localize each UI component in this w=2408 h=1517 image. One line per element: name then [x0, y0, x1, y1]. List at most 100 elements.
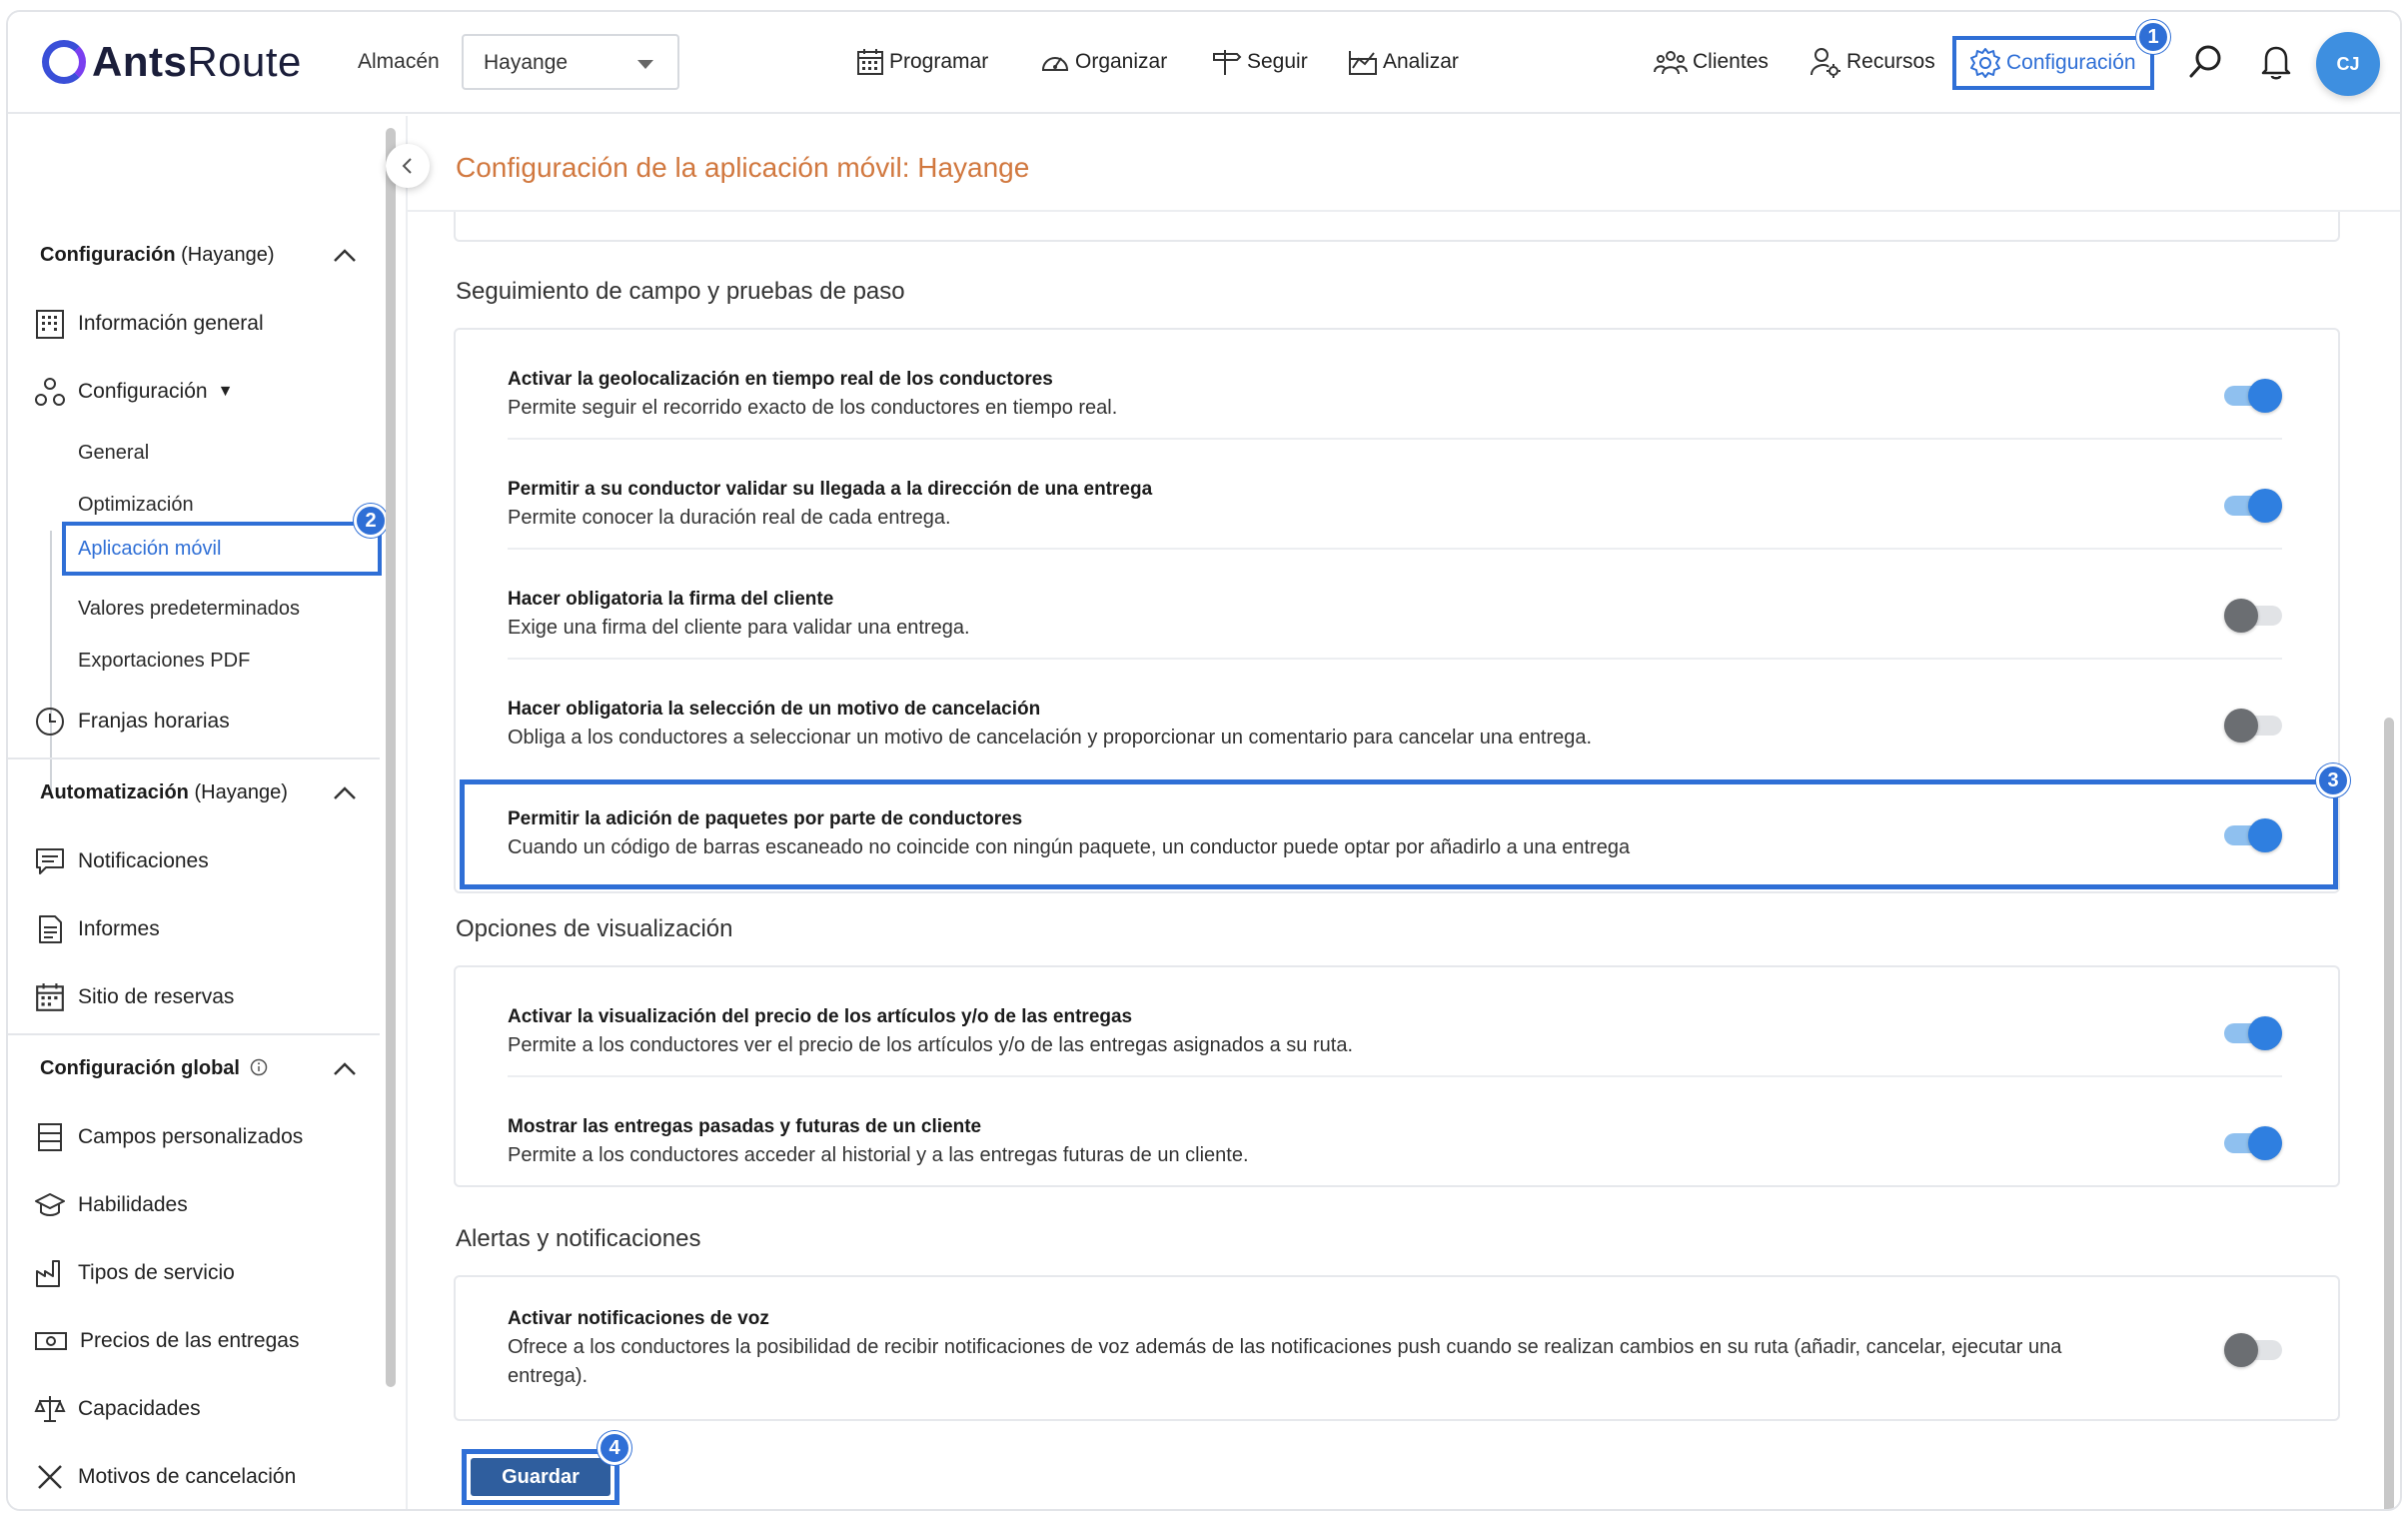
nav-organize-label: Organizar — [1075, 50, 1168, 73]
logo[interactable]: AntsRoute — [42, 36, 302, 88]
setting-title: Activar la visualización del precio de l… — [508, 1006, 1133, 1027]
step-badge-3: 3 — [2316, 763, 2350, 797]
main-scrollbar[interactable] — [2384, 718, 2394, 1509]
nav-resources[interactable]: Recursos — [1808, 42, 1935, 82]
section-title-tracking: Seguimiento de campo y pruebas de paso — [456, 278, 905, 305]
nav-settings-label: Configuración — [2006, 51, 2136, 74]
sidebar-sub-mobile-app[interactable]: Aplicación móvil — [62, 522, 382, 576]
sidebar-global-heading-label: Configuración global — [40, 1057, 240, 1079]
sidebar-item-general-info-label: Información general — [78, 312, 264, 335]
sidebar-item-capacities[interactable]: Capacidades — [34, 1389, 201, 1429]
sidebar-sub-pdf-exports[interactable]: Exportaciones PDF — [78, 650, 250, 673]
setting-title: Hacer obligatoria la selección de un mot… — [508, 699, 1041, 720]
sidebar-config-heading[interactable]: Configuración (Hayange) — [40, 244, 356, 267]
close-icon — [38, 1465, 62, 1489]
nav-settings[interactable]: Configuración — [1952, 36, 2154, 90]
nav-schedule[interactable]: Programar — [855, 42, 988, 82]
sidebar-item-booking-site[interactable]: Sitio de reservas — [34, 977, 234, 1017]
sidebar-item-reports[interactable]: Informes — [34, 909, 160, 949]
bell-icon[interactable] — [2258, 42, 2294, 82]
chevron-up-icon — [334, 786, 356, 799]
logo-text-regular: Route — [187, 38, 302, 85]
sidebar-item-delivery-prices[interactable]: Precios de las entregas — [34, 1321, 299, 1361]
sidebar: Configuración (Hayange) Información gene… — [8, 116, 388, 1509]
calendar-icon — [36, 983, 64, 1011]
sidebar-sub-defaults[interactable]: Valores predeterminados — [78, 598, 300, 621]
toggle-show-prices[interactable] — [2224, 1014, 2282, 1050]
warehouse-select[interactable]: Hayange — [462, 34, 679, 90]
toggle-validate-arrival[interactable] — [2224, 487, 2282, 523]
setting-row: Activar la geolocalización en tiempo rea… — [508, 366, 2282, 423]
collapse-sidebar-button[interactable] — [386, 144, 430, 188]
setting-row: Activar notificaciones de voz Ofrece a l… — [508, 1305, 2146, 1391]
user-gear-icon — [1810, 48, 1840, 78]
building-icon — [36, 310, 64, 339]
step-badge-2: 2 — [354, 504, 388, 538]
sidebar-item-custom-fields-label: Campos personalizados — [78, 1125, 304, 1148]
sidebar-item-delivery-prices-label: Precios de las entregas — [80, 1329, 300, 1352]
sidebar-item-time-windows-label: Franjas horarias — [78, 710, 230, 733]
nav-clients[interactable]: Clientes — [1653, 42, 1769, 82]
gauge-icon — [1041, 57, 1069, 71]
nav-track[interactable]: Seguir — [1211, 42, 1308, 82]
toggle-realtime-geolocation[interactable] — [2224, 377, 2282, 413]
factory-icon — [36, 1260, 60, 1287]
chart-icon — [1349, 51, 1377, 75]
sidebar-item-skills[interactable]: Habilidades — [34, 1185, 188, 1225]
save-highlight: Guardar — [462, 1449, 619, 1505]
sidebar-automation-heading-label: Automatización — [40, 781, 189, 803]
sidebar-item-general-info[interactable]: Información general — [34, 304, 264, 344]
sidebar-item-config-label: Configuración — [78, 380, 208, 403]
info-icon[interactable] — [250, 1058, 268, 1076]
nav-organize[interactable]: Organizar — [1039, 42, 1167, 82]
chevron-down-icon — [637, 60, 653, 69]
setting-description: Obliga a los conductores a seleccionar u… — [508, 727, 1593, 749]
sidebar-item-booking-site-label: Sitio de reservas — [78, 985, 235, 1008]
tree-line — [50, 531, 52, 795]
document-icon — [39, 915, 62, 943]
setting-title: Activar la geolocalización en tiempo rea… — [508, 369, 1053, 390]
section-title-alerts: Alertas y notificaciones — [456, 1225, 701, 1252]
sidebar-item-notifications-label: Notificaciones — [78, 849, 209, 872]
sidebar-item-cancel-reasons[interactable]: Motivos de cancelación — [34, 1457, 296, 1497]
sidebar-automation-heading[interactable]: Automatización (Hayange) — [40, 781, 356, 804]
setting-title: Mostrar las entregas pasadas y futuras d… — [508, 1116, 982, 1137]
toggle-show-client-history[interactable] — [2224, 1124, 2282, 1160]
nav-clients-label: Clientes — [1693, 50, 1769, 73]
setting-row: Hacer obligatoria la firma del cliente E… — [508, 586, 2282, 643]
nav-analyze[interactable]: Analizar — [1347, 42, 1459, 82]
scale-icon — [34, 1396, 66, 1422]
app-window: AntsRoute Almacén Hayange Programar Orga… — [6, 10, 2402, 1511]
sidebar-item-service-types[interactable]: Tipos de servicio — [34, 1253, 235, 1293]
step-badge-4: 4 — [598, 1431, 631, 1465]
sidebar-item-time-windows[interactable]: Franjas horarias — [34, 702, 230, 742]
caret-down-icon: ▼ — [217, 383, 234, 400]
sidebar-border — [406, 116, 408, 1509]
signpost-icon — [1213, 50, 1242, 75]
sidebar-global-heading[interactable]: Configuración global — [40, 1057, 356, 1080]
setting-title: Hacer obligatoria la firma del cliente — [508, 589, 834, 610]
logo-icon — [42, 40, 86, 84]
sidebar-item-reports-label: Informes — [78, 917, 160, 940]
page-title: Configuración de la aplicación móvil: Ha… — [456, 152, 1030, 183]
sidebar-item-service-types-label: Tipos de servicio — [78, 1261, 235, 1284]
setting-row: Activar la visualización del precio de l… — [508, 1003, 2282, 1060]
sidebar-item-config[interactable]: Configuración ▼ — [34, 372, 233, 412]
toggle-require-cancel-reason[interactable] — [2224, 707, 2282, 743]
setting-title: Permitir a su conductor validar su llega… — [508, 479, 1153, 500]
sidebar-sub-optimization[interactable]: Optimización — [78, 494, 194, 517]
avatar[interactable]: CJ — [2316, 32, 2380, 96]
sidebar-sub-general[interactable]: General — [78, 442, 149, 465]
toggle-require-signature[interactable] — [2224, 597, 2282, 633]
save-button[interactable]: Guardar — [471, 1458, 610, 1496]
sidebar-item-notifications[interactable]: Notificaciones — [34, 841, 209, 881]
message-icon — [36, 848, 64, 874]
setting-description: Permite a los conductores ver el precio … — [508, 1034, 1354, 1056]
sidebar-scrollbar[interactable] — [386, 128, 396, 1387]
toggle-voice-notifications[interactable] — [2224, 1331, 2282, 1367]
search-icon[interactable] — [2186, 42, 2226, 82]
setting-description: Ofrece a los conductores la posibilidad … — [508, 1336, 2062, 1387]
sidebar-item-custom-fields[interactable]: Campos personalizados — [34, 1117, 303, 1157]
logo-text-bold: Ants — [92, 38, 188, 85]
sidebar-item-cancel-reasons-label: Motivos de cancelación — [78, 1465, 297, 1488]
